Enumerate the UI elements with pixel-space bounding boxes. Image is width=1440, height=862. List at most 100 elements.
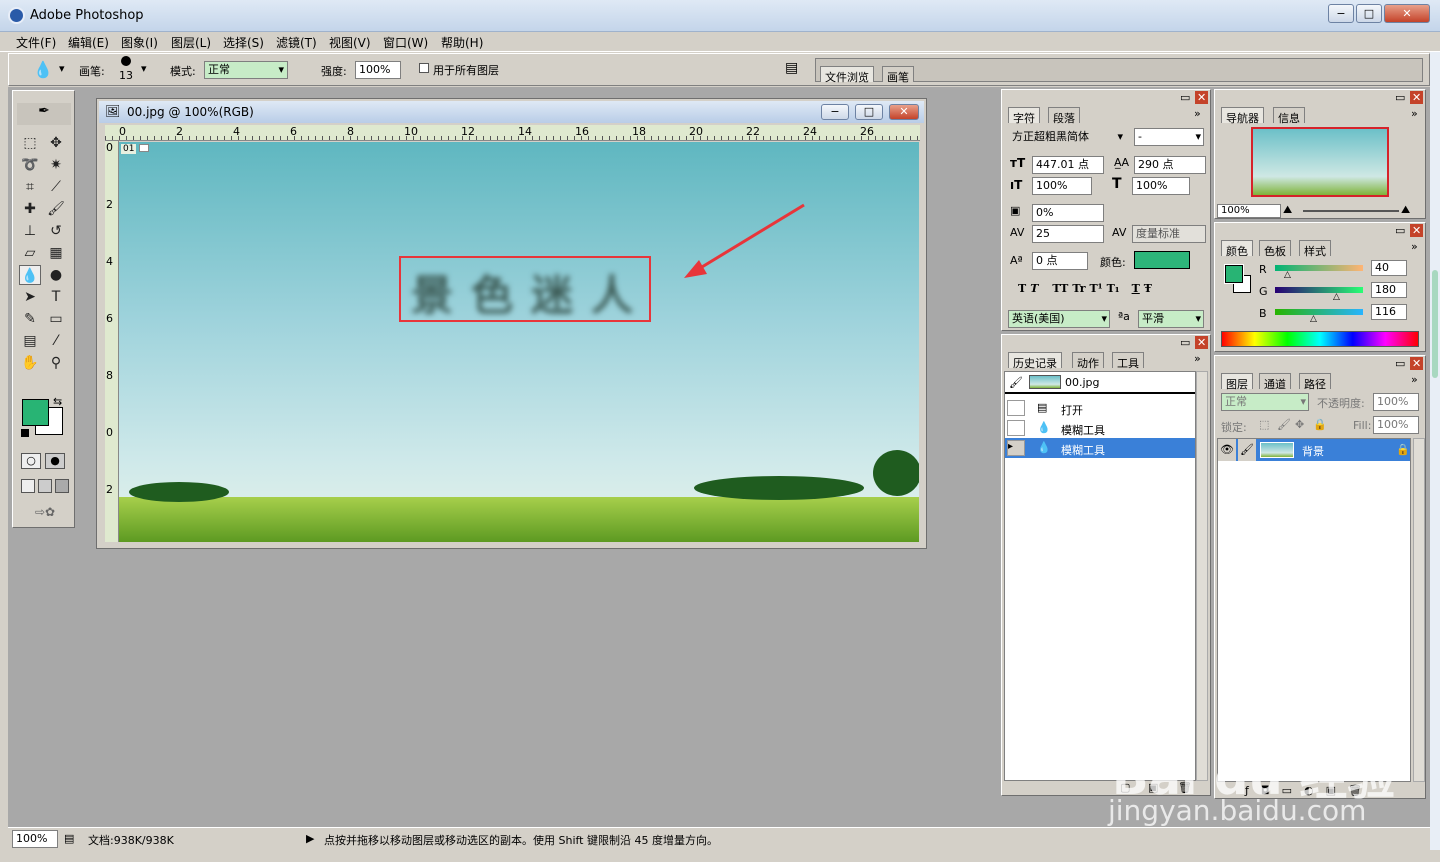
panel-close-icon[interactable]: ✕ — [1195, 336, 1209, 349]
magic-wand-tool-icon[interactable]: ✷ — [45, 155, 67, 175]
type-tool-icon[interactable]: T — [45, 287, 67, 307]
history-state-marker-icon[interactable]: ▸ — [1007, 440, 1025, 456]
font-size-input[interactable]: 447.01 点 — [1032, 156, 1104, 174]
panel-close-icon[interactable]: ✕ — [1410, 91, 1424, 104]
navigator-thumbnail[interactable] — [1251, 127, 1389, 197]
color-fg-swatch[interactable] — [1224, 264, 1244, 284]
zoom-slider[interactable] — [1303, 210, 1399, 212]
blur-tool-preset-icon[interactable]: 💧 — [33, 60, 53, 79]
strikethrough-button[interactable]: Ŧ — [1144, 282, 1152, 295]
channel-g-input[interactable]: 180 — [1371, 282, 1407, 298]
history-item[interactable]: 💧 模糊工具 — [1005, 418, 1195, 438]
doc-restore-button[interactable]: □ — [855, 104, 883, 120]
tab-styles[interactable]: 样式 — [1299, 240, 1331, 258]
tab-brushes[interactable]: 画笔 — [882, 66, 914, 84]
superscript-button[interactable]: T¹ — [1090, 282, 1103, 295]
tracking-select[interactable]: 度量标准 — [1132, 225, 1206, 243]
panel-minimize-icon[interactable]: ▭ — [1180, 91, 1190, 104]
doc-close-button[interactable]: ✕ — [889, 104, 919, 120]
underline-button[interactable]: T — [1132, 282, 1140, 295]
jump-to-imageready-icon[interactable]: ⇨✿ — [23, 505, 67, 523]
panel-menu-icon[interactable]: » — [1411, 240, 1418, 253]
hand-tool-icon[interactable]: ✋ — [19, 353, 41, 373]
menu-help[interactable]: 帮助(H) — [441, 34, 483, 51]
brush-dropdown-arrow-icon[interactable]: ▾ — [141, 62, 147, 75]
blend-mode-select[interactable]: 正常 ▾ — [1221, 393, 1309, 411]
tab-paths[interactable]: 路径 — [1299, 373, 1331, 391]
menu-file[interactable]: 文件(F) — [16, 34, 56, 51]
strength-input[interactable]: 100% — [355, 61, 401, 79]
small-caps-button[interactable]: Tr — [1072, 282, 1085, 295]
channel-r-input[interactable]: 40 — [1371, 260, 1407, 276]
faux-bold-button[interactable]: T — [1018, 282, 1026, 295]
text-color-swatch[interactable] — [1134, 251, 1190, 269]
zoom-in-icon[interactable]: ⛰ — [1401, 203, 1410, 217]
blur-tool-icon[interactable]: 💧 — [19, 265, 41, 285]
language-select[interactable]: 英语(美国) ▾ — [1008, 310, 1110, 328]
zoom-level-input[interactable]: 100% — [12, 830, 58, 848]
horizontal-scale-input[interactable]: 100% — [1132, 177, 1190, 195]
move-tool-icon[interactable]: ✥ — [45, 133, 67, 153]
tab-layers[interactable]: 图层 — [1221, 373, 1253, 391]
swap-colors-icon[interactable]: ⇆ — [53, 395, 62, 408]
tab-file-browser[interactable]: 文件浏览 — [820, 66, 874, 84]
color-ramp[interactable] — [1221, 331, 1419, 347]
slider-thumb-icon[interactable]: △ — [1284, 270, 1291, 280]
menu-select[interactable]: 选择(S) — [223, 34, 264, 51]
history-item-selected[interactable]: ▸ 💧 模糊工具 — [1005, 438, 1195, 458]
slider-thumb-icon[interactable]: △ — [1310, 314, 1317, 324]
brush-link-icon[interactable]: 🖌 — [1238, 439, 1256, 461]
tab-info[interactable]: 信息 — [1273, 107, 1305, 125]
history-brush-tool-icon[interactable]: ↺ — [45, 221, 67, 241]
lock-all-icon[interactable]: 🔒 — [1313, 418, 1327, 431]
menu-edit[interactable]: 编辑(E) — [68, 34, 109, 51]
kerning-input[interactable]: 25 — [1032, 225, 1104, 243]
preset-dropdown-arrow-icon[interactable]: ▾ — [59, 62, 65, 75]
slice-tool-icon[interactable]: ⟋ — [45, 177, 67, 197]
panel-close-icon[interactable]: ✕ — [1195, 91, 1209, 104]
brush-tip-icon[interactable] — [121, 56, 131, 66]
default-colors-icon[interactable] — [21, 429, 29, 437]
close-button[interactable]: ✕ — [1384, 4, 1430, 23]
menu-window[interactable]: 窗口(W) — [383, 34, 428, 51]
eye-icon[interactable]: 👁 — [1218, 439, 1236, 461]
layers-scrollbar[interactable] — [1413, 438, 1425, 782]
panel-minimize-icon[interactable]: ▭ — [1395, 91, 1405, 104]
tab-navigator[interactable]: 导航器 — [1221, 107, 1264, 125]
crop-tool-icon[interactable]: ⌗ — [19, 177, 41, 197]
panel-minimize-icon[interactable]: ▭ — [1180, 336, 1190, 349]
screen-mode-standard-icon[interactable] — [21, 479, 35, 493]
subscript-button[interactable]: T₁ — [1107, 282, 1120, 295]
healing-brush-tool-icon[interactable]: ✚ — [19, 199, 41, 219]
navigator-zoom-input[interactable]: 100% — [1217, 204, 1281, 218]
screen-mode-full-icon[interactable] — [55, 479, 69, 493]
channel-b-slider[interactable] — [1275, 309, 1363, 315]
channel-g-slider[interactable] — [1275, 287, 1363, 293]
tab-history[interactable]: 历史记录 — [1008, 352, 1062, 370]
vertical-scale-input[interactable]: 100% — [1032, 177, 1092, 195]
menu-layer[interactable]: 图层(L) — [171, 34, 211, 51]
shape-tool-icon[interactable]: ▭ — [45, 309, 67, 329]
scroll-thumb[interactable] — [1432, 270, 1438, 378]
zoom-tool-icon[interactable]: ⚲ — [45, 353, 67, 373]
history-brush-source[interactable] — [1007, 400, 1025, 416]
lock-pixels-icon[interactable]: 🖌 — [1277, 418, 1291, 431]
history-brush-source[interactable] — [1007, 420, 1025, 436]
tab-swatches[interactable]: 色板 — [1259, 240, 1291, 258]
panel-menu-icon[interactable]: » — [1194, 107, 1201, 120]
layer-row[interactable]: 👁 🖌 背景 🔒 — [1218, 439, 1410, 461]
tab-paragraph[interactable]: 段落 — [1048, 107, 1080, 125]
tab-tool-presets[interactable]: 工具 — [1112, 352, 1144, 370]
dodge-tool-icon[interactable]: ● — [45, 265, 67, 285]
lock-transparency-icon[interactable]: ⬚ — [1259, 418, 1269, 431]
tab-color[interactable]: 颜色 — [1221, 240, 1253, 258]
zoom-out-icon[interactable]: ⛰ — [1283, 203, 1292, 217]
notes-tool-icon[interactable]: ▤ — [19, 331, 41, 351]
history-scrollbar[interactable] — [1196, 371, 1208, 781]
palette-well-icon[interactable]: ▤ — [785, 60, 798, 76]
opacity-input[interactable]: 100% — [1373, 393, 1419, 411]
tsume-input[interactable]: 0% — [1032, 204, 1104, 222]
all-caps-button[interactable]: TT — [1052, 282, 1068, 295]
panel-close-icon[interactable]: ✕ — [1410, 357, 1424, 370]
tab-character[interactable]: 字符 — [1008, 107, 1040, 125]
